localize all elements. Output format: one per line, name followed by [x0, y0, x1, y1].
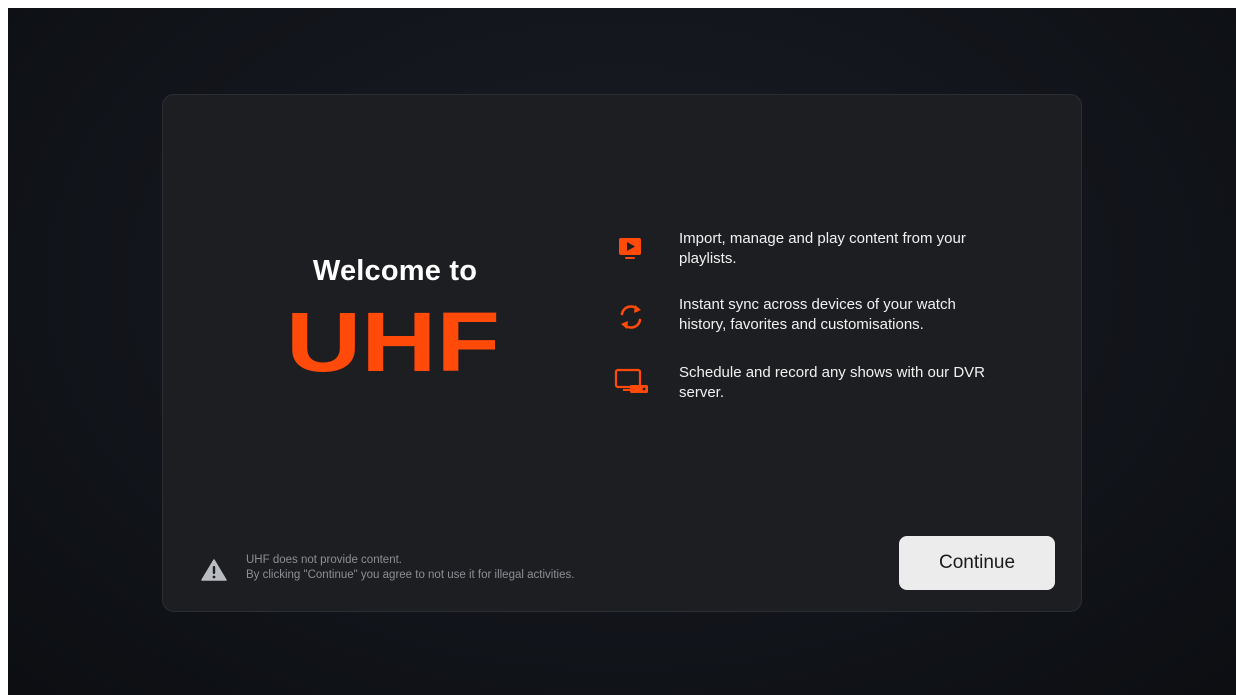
feature-text-line1: Instant sync across devices of your watc…	[679, 296, 956, 313]
uhf-logo-text: UHF	[286, 303, 500, 375]
feature-text-line2: playlists.	[679, 250, 737, 267]
disclaimer: UHF does not provide content. By clickin…	[201, 553, 721, 593]
disclaimer-line2: By clicking "Continue" you agree to not …	[246, 569, 575, 581]
feature-text: Import, manage and play content from you…	[679, 229, 1033, 269]
tv-play-icon	[619, 238, 641, 259]
feature-text: Schedule and record any shows with our D…	[679, 363, 1033, 403]
warning-icon	[201, 559, 227, 581]
feature-text-line1: Schedule and record any shows with our D…	[679, 364, 985, 381]
uhf-logo: UHF	[286, 303, 500, 375]
feature-text-line1: Import, manage and play content from you…	[679, 230, 966, 247]
feature-text: Instant sync across devices of your watc…	[679, 295, 1033, 335]
feature-item-sync: Instant sync across devices of your watc…	[613, 295, 1033, 339]
feature-item-playlists: Import, manage and play content from you…	[613, 229, 1033, 273]
feature-text-line2: server.	[679, 384, 725, 401]
feature-item-dvr: Schedule and record any shows with our D…	[613, 363, 1033, 407]
welcome-heading: Welcome to	[312, 255, 478, 287]
sync-icon	[620, 305, 642, 329]
disclaimer-line1: UHF does not provide content.	[246, 554, 402, 566]
app-screen: Welcome to UHF Import, manage and play c…	[8, 8, 1236, 695]
dvr-icon	[614, 368, 648, 393]
feature-text-line2: history, favorites and customisations.	[679, 316, 924, 333]
welcome-card: Welcome to UHF Import, manage and play c…	[162, 94, 1082, 612]
continue-button[interactable]: Continue	[899, 536, 1055, 590]
disclaimer-text: UHF does not provide content. By clickin…	[246, 553, 716, 583]
